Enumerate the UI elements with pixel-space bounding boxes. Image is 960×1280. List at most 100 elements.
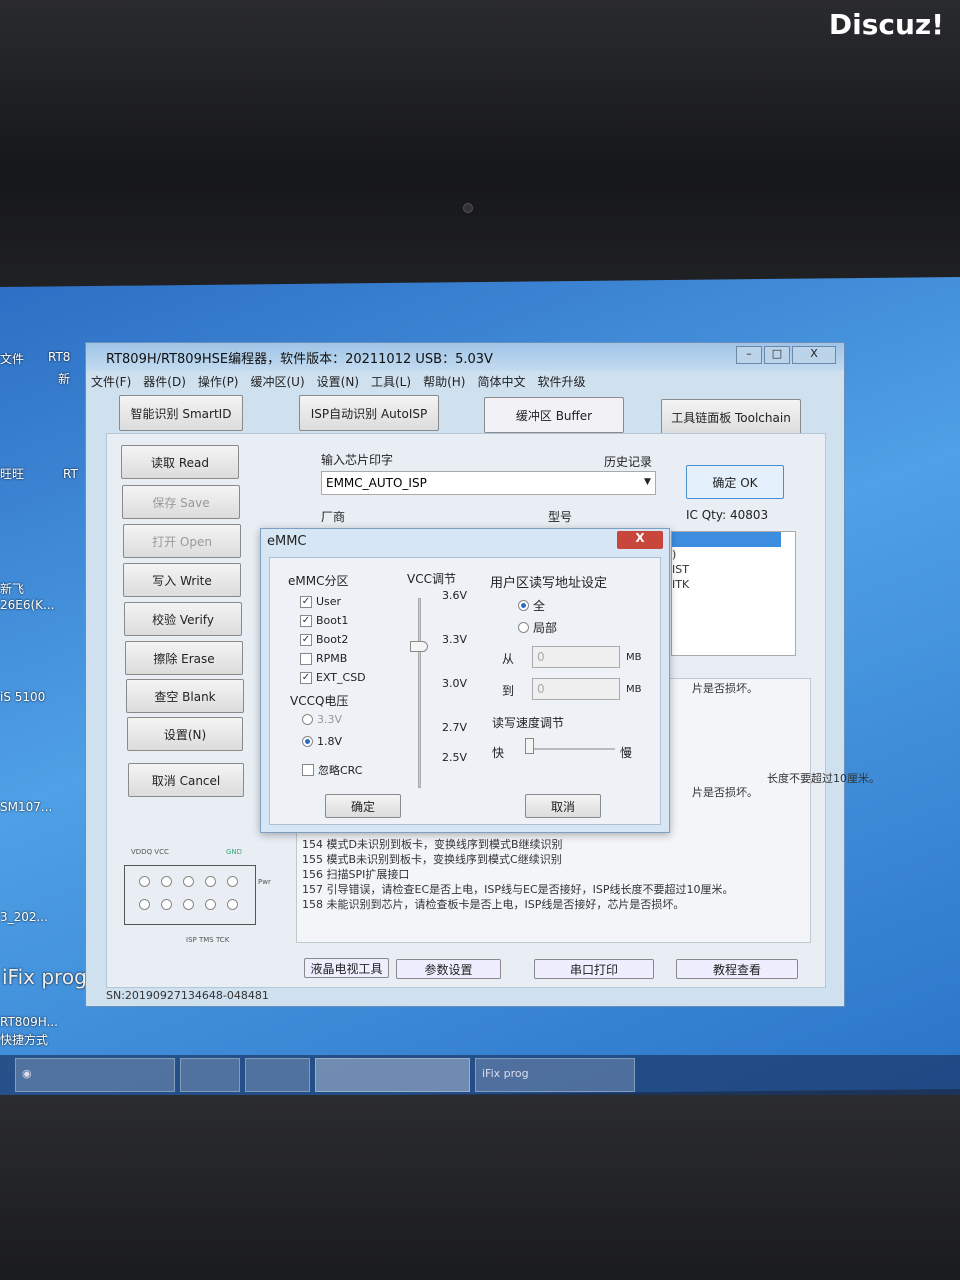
from-label: 从: [502, 652, 515, 666]
serial-number: SN:20190927134648-048481: [106, 989, 269, 1002]
from-field[interactable]: [532, 646, 620, 668]
speed-slider-thumb[interactable]: [525, 738, 534, 754]
checkbox-label: 忽略CRC: [318, 763, 363, 777]
connector-label-gnd: GND: [226, 848, 243, 856]
webcam: [463, 203, 473, 213]
radio-partial[interactable]: 局部: [518, 616, 557, 638]
desktop-icon[interactable]: 文件: [0, 350, 24, 367]
isp-connector-diagram: [124, 865, 256, 925]
address-label: 用户区读写地址设定: [490, 576, 608, 591]
desktop-icon[interactable]: SM107...: [0, 800, 52, 814]
taskbar-item-rt809[interactable]: [315, 1058, 470, 1092]
log-text: 引导错误，请检查EC是否上电，ISP线与EC是否接好，ISP线长度不要超过10厘…: [326, 883, 734, 896]
from-unit: MB: [626, 652, 642, 663]
vcc-tick: 3.3V: [442, 633, 468, 646]
close-button[interactable]: X: [792, 346, 836, 364]
write-button[interactable]: 写入 Write: [123, 563, 241, 597]
settings-button[interactable]: 设置(N): [127, 717, 243, 751]
log-number: 156: [302, 868, 323, 881]
model-label: 型号: [548, 510, 573, 524]
checkbox-user[interactable]: ✓ User: [300, 592, 366, 611]
desktop-icon[interactable]: RT809H...: [0, 1015, 58, 1029]
save-button[interactable]: 保存 Save: [122, 485, 240, 519]
desktop-icon[interactable]: 新: [58, 370, 70, 387]
dialog-ok-button[interactable]: 确定: [325, 794, 401, 818]
radio-full[interactable]: 全: [518, 594, 557, 616]
desktop-icon[interactable]: iS 5100: [0, 690, 45, 704]
checkbox-ignore-crc[interactable]: 忽略CRC: [302, 760, 362, 779]
list-item[interactable]: IST: [672, 562, 795, 577]
vcc-slider-track[interactable]: [418, 598, 421, 788]
desktop-icon[interactable]: RT8: [48, 350, 70, 364]
menu-bar: 文件(F) 器件(D) 操作(P) 缓冲区(U) 设置(N) 工具(L) 帮助(…: [91, 373, 836, 393]
checkbox-boot1[interactable]: ✓ Boot1: [300, 611, 366, 630]
checkbox-label: EXT_CSD: [316, 671, 366, 684]
checkbox-boot2[interactable]: ✓ Boot2: [300, 630, 366, 649]
speed-slider-track[interactable]: [525, 748, 615, 750]
dialog-cancel-button[interactable]: 取消: [525, 794, 601, 818]
open-button[interactable]: 打开 Open: [123, 524, 241, 558]
menu-upgrade[interactable]: 软件升级: [537, 373, 585, 393]
menu-device[interactable]: 器件(D): [143, 373, 186, 393]
tab-lcd-tv-tools[interactable]: 液晶电视工具: [304, 958, 389, 978]
model-list[interactable]: ) IST ITK: [671, 531, 796, 656]
minimize-button[interactable]: –: [736, 346, 762, 364]
toolchain-button[interactable]: 工具链面板 Toolchain: [661, 399, 801, 435]
menu-help[interactable]: 帮助(H): [423, 373, 465, 393]
buffer-button[interactable]: 缓冲区 Buffer: [484, 397, 624, 433]
maximize-button[interactable]: □: [764, 346, 790, 364]
menu-operation[interactable]: 操作(P): [198, 373, 239, 393]
log-number: 158: [302, 898, 323, 911]
menu-file[interactable]: 文件(F): [91, 373, 131, 393]
selected-list-item[interactable]: [672, 532, 781, 547]
to-field[interactable]: [532, 678, 620, 700]
cancel-button[interactable]: 取消 Cancel: [128, 763, 244, 797]
menu-buffer[interactable]: 缓冲区(U): [251, 373, 305, 393]
blank-check-button[interactable]: 查空 Blank: [126, 679, 244, 713]
desktop-icon-shortcut-label[interactable]: 快捷方式: [0, 1031, 48, 1048]
menu-tools[interactable]: 工具(L): [371, 373, 411, 393]
tab-tutorial[interactable]: 教程查看: [676, 959, 798, 979]
erase-button[interactable]: 擦除 Erase: [125, 641, 243, 675]
taskbar-item-ifix[interactable]: iFix prog: [475, 1058, 635, 1092]
log-text: 模式B未识别到板卡，变换线序到模式C继续识别: [326, 853, 562, 866]
read-button[interactable]: 读取 Read: [121, 445, 239, 479]
desktop-icon-ifix[interactable]: iFix prog: [2, 965, 87, 989]
verify-button[interactable]: 校验 Verify: [124, 602, 242, 636]
speed-label: 读写速度调节: [492, 716, 565, 730]
radio-vccq-3v3[interactable]: 3.3V: [302, 708, 342, 730]
taskbar-item[interactable]: [180, 1058, 240, 1092]
autoisp-button[interactable]: ISP自动识别 AutoISP: [299, 395, 439, 431]
address-options: 全 局部: [518, 594, 557, 638]
checkbox-ext-csd[interactable]: ✓ EXT_CSD: [300, 668, 366, 687]
to-label: 到: [502, 684, 515, 698]
checkbox-rpmb[interactable]: RPMB: [300, 649, 366, 668]
chip-input[interactable]: [321, 471, 656, 495]
list-item[interactable]: ITK: [672, 577, 795, 592]
taskbar-item-browser[interactable]: ◉: [15, 1058, 175, 1092]
vcc-slider-thumb[interactable]: [410, 641, 428, 652]
desktop-icon[interactable]: 旺旺: [0, 465, 24, 482]
smartid-button[interactable]: 智能识别 SmartID: [119, 395, 243, 431]
dialog-body: eMMC分区 ✓ User ✓ Boot1 ✓ Boot2 RPMB ✓ EXT_CSD…: [269, 557, 661, 825]
vcc-tick: 3.6V: [442, 589, 468, 602]
log-number: 154: [302, 838, 323, 851]
ok-button[interactable]: 确定 OK: [686, 465, 784, 499]
desktop-icon[interactable]: 新飞: [0, 580, 24, 597]
to-unit: MB: [626, 684, 642, 695]
taskbar-item[interactable]: [245, 1058, 310, 1092]
menu-language[interactable]: 简体中文: [477, 373, 525, 393]
dialog-title: eMMC: [267, 534, 307, 549]
radio-label: 局部: [533, 620, 558, 635]
radio-vccq-1v8[interactable]: 1.8V: [302, 730, 342, 752]
desktop-icon[interactable]: 26E6(K...: [0, 598, 54, 612]
dialog-close-button[interactable]: X: [617, 531, 663, 549]
desktop-icon[interactable]: 3_202...: [0, 910, 48, 924]
desktop-icon[interactable]: RT: [63, 467, 78, 481]
menu-settings[interactable]: 设置(N): [317, 373, 359, 393]
tab-parameters[interactable]: 参数设置: [396, 959, 501, 979]
dropdown-arrow-icon[interactable]: ▼: [644, 477, 651, 487]
list-item[interactable]: ): [672, 547, 795, 562]
tab-serial-print[interactable]: 串口打印: [534, 959, 654, 979]
vccq-options: 3.3V 1.8V: [302, 708, 342, 752]
